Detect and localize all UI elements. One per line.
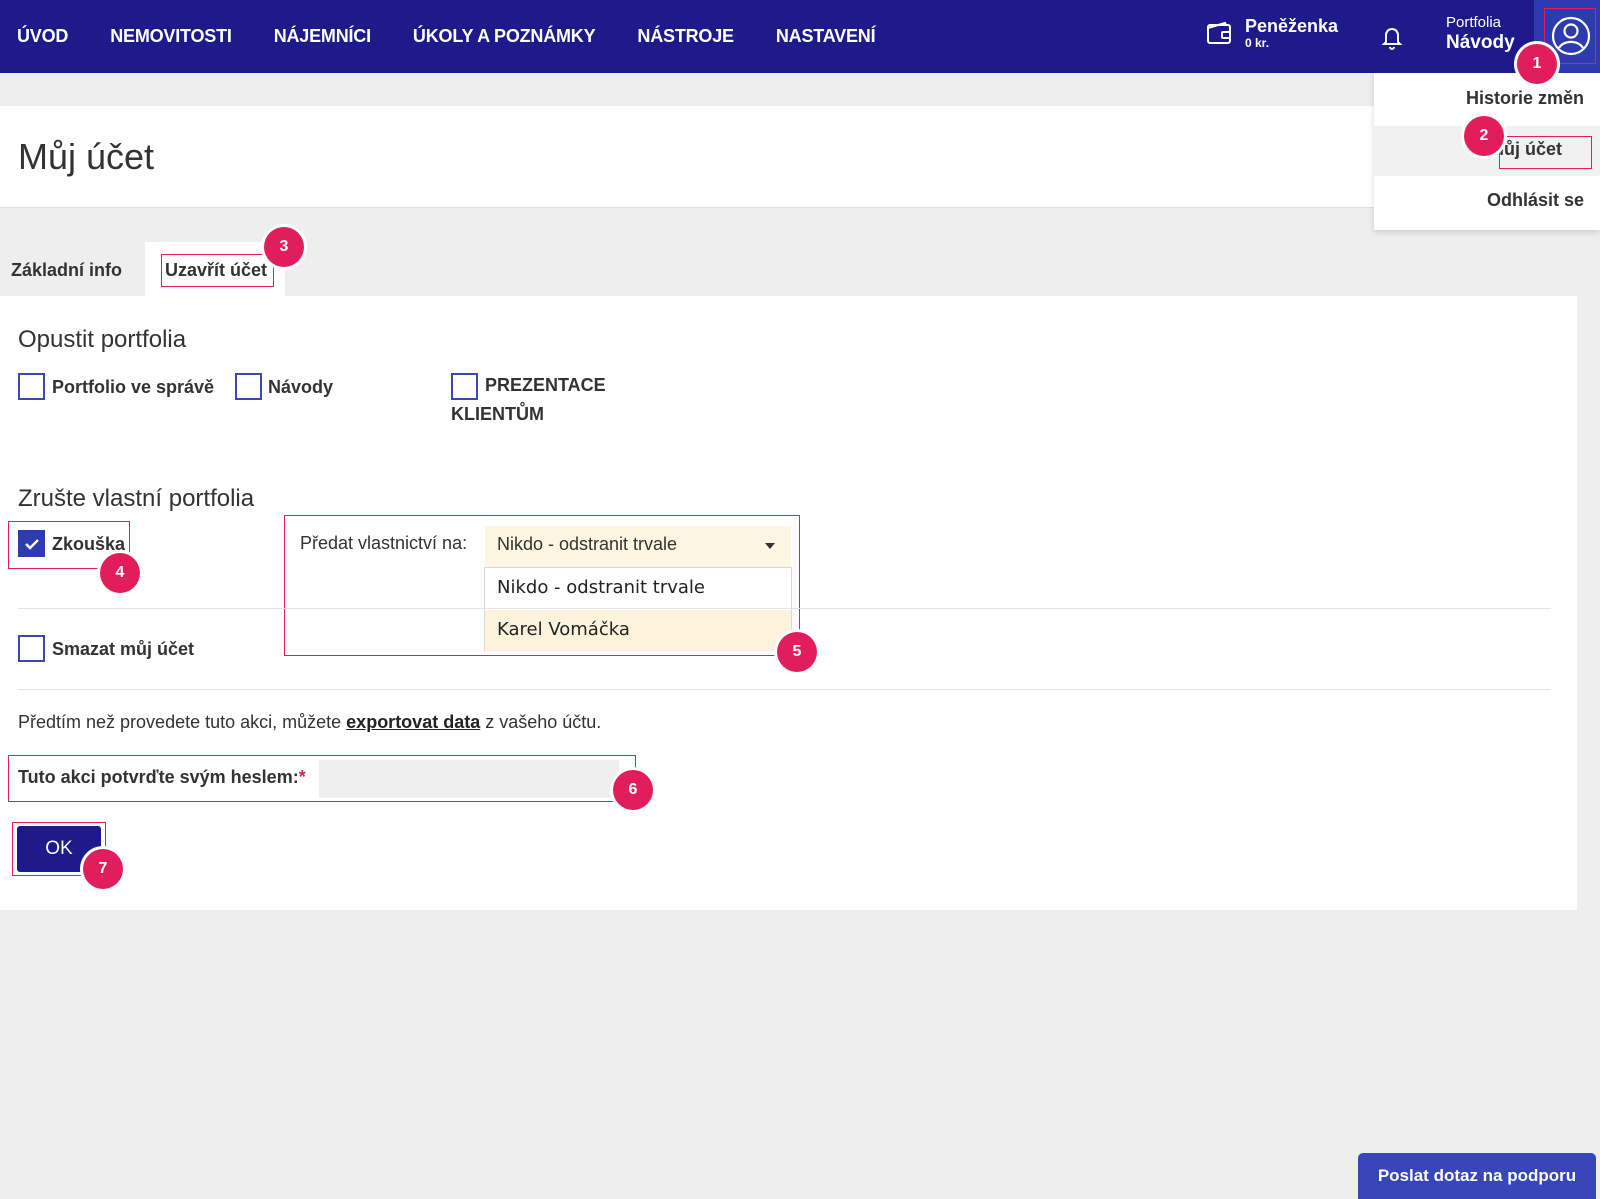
option-nikdo[interactable]: Nikdo - odstranit trvale [485, 568, 791, 609]
nav-item-uvod[interactable]: ÚVOD [17, 26, 68, 47]
checkbox-label: Zkouška [52, 534, 126, 554]
password-label: Tuto akci potvrďte svým heslem:* [18, 767, 306, 788]
info-text-before: Předtím než provedete tuto akci, můžete [18, 712, 347, 732]
wallet-button[interactable]: Peněženka 0 kr. [1205, 16, 1338, 50]
transfer-ownership-select[interactable]: Nikdo - odstranit trvale [485, 526, 791, 568]
nav-item-nastaveni[interactable]: NASTAVENÍ [776, 26, 876, 47]
export-info-text: Předtím než provedete tuto akci, můžete … [18, 712, 601, 733]
checkbox-navody[interactable] [235, 373, 262, 400]
required-mark: * [298, 767, 306, 787]
annotation-badge-3: 3 [264, 227, 304, 267]
nav-item-najemnici[interactable]: NÁJEMNÍCI [274, 26, 371, 47]
annotation-badge-2: 2 [1464, 116, 1504, 156]
annotation-box-tab [161, 254, 274, 287]
annotation-badge-1: 1 [1517, 44, 1557, 84]
portfolio-label: Portfolia [1446, 14, 1502, 31]
portfolio-name: Návody [1446, 32, 1515, 53]
select-value: Nikdo - odstranit trvale [497, 534, 678, 554]
checkbox-label: PREZENTACE KLIENTŮM [451, 375, 606, 424]
checkbox-delete-account[interactable] [18, 635, 45, 662]
nav-item-nastroje[interactable]: NÁSTROJE [637, 26, 734, 47]
portfolio-switcher[interactable]: Portfolia Návody [1446, 14, 1515, 54]
tab-basic-info[interactable]: Základní info [11, 242, 122, 296]
top-navigation-bar: ÚVOD NEMOVITOSTI NÁJEMNÍCI ÚKOLY A POZNÁ… [0, 0, 1600, 73]
checkbox-label: Návody [268, 377, 334, 397]
menu-item-logout[interactable]: Odhlásit se [1487, 190, 1584, 211]
info-text-after: z vašeho účtu. [480, 712, 602, 732]
caret-down-icon [765, 543, 775, 549]
option-karel-vomacka[interactable]: Karel Vomáčka [485, 610, 791, 651]
wallet-amount: 0 kr. [1245, 36, 1270, 50]
checkmark-icon [25, 539, 39, 550]
annotation-badge-7: 7 [83, 849, 123, 889]
checkbox-portfolio-ve-sprave[interactable] [18, 373, 45, 400]
export-data-link[interactable]: exportovat data [346, 712, 480, 732]
page-header: Můj účet [0, 106, 1600, 208]
annotation-box-my-account [1499, 136, 1592, 169]
wallet-title: Peněženka [1245, 16, 1339, 36]
transfer-ownership-label: Předat vlastnictví na: [300, 533, 468, 553]
password-input[interactable] [319, 760, 619, 798]
nav-item-ukoly[interactable]: ÚKOLY A POZNÁMKY [413, 26, 596, 47]
divider [18, 608, 1551, 609]
annotation-badge-6: 6 [613, 770, 653, 810]
annotation-badge-4: 4 [100, 553, 140, 593]
leave-portfolios-title: Opustit portfolia [18, 326, 187, 353]
nav-item-nemovitosti[interactable]: NEMOVITOSTI [110, 26, 232, 47]
checkbox-label: Portfolio ve správě [52, 377, 215, 397]
password-label-text: Tuto akci potvrďte svým heslem: [18, 767, 299, 787]
annotation-badge-5: 5 [777, 632, 817, 672]
menu-item-history[interactable]: Historie změn [1466, 88, 1584, 109]
divider [18, 689, 1551, 690]
support-button[interactable]: Poslat dotaz na podporu [1358, 1153, 1596, 1199]
transfer-options-list: Nikdo - odstranit trvale Karel Vomáčka [484, 567, 792, 651]
main-nav: ÚVOD NEMOVITOSTI NÁJEMNÍCI ÚKOLY A POZNÁ… [0, 0, 900, 73]
checkbox-label: Smazat můj účet [52, 639, 195, 659]
bell-icon[interactable] [1380, 24, 1404, 50]
checkbox-zkouska[interactable] [18, 530, 45, 557]
page-title: Můj účet [18, 136, 155, 177]
wallet-icon [1207, 21, 1231, 44]
cancel-portfolios-title: Zrušte vlastní portfolia [18, 485, 255, 512]
